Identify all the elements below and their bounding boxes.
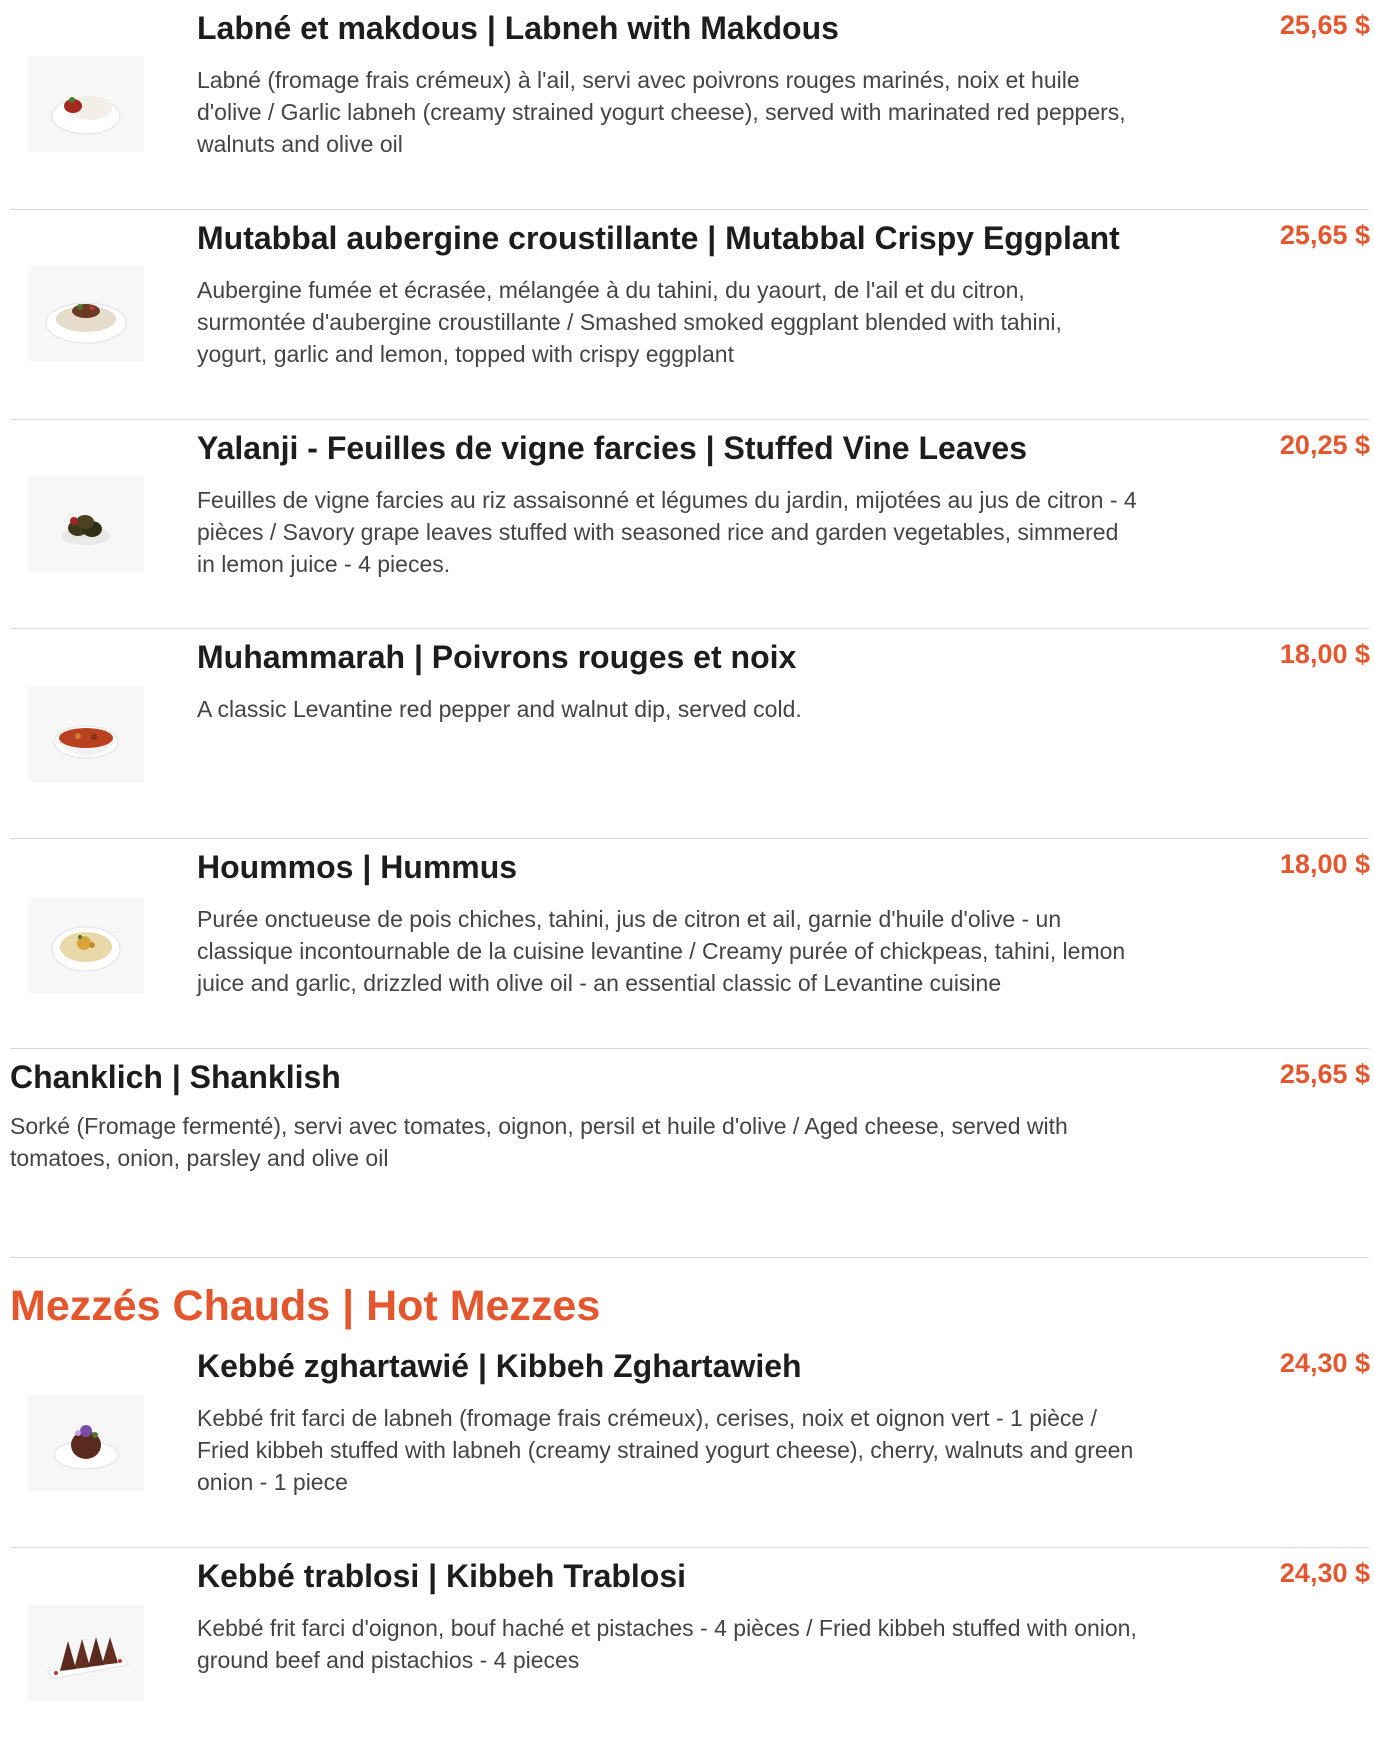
dish-photo-icon bbox=[28, 1605, 144, 1701]
divider bbox=[10, 1547, 1369, 1548]
item-description: A classic Levantine red pepper and walnu… bbox=[197, 696, 802, 722]
dish-photo-icon bbox=[28, 56, 144, 152]
item-name: Labné et makdous | Labneh with Makdous bbox=[197, 10, 839, 46]
divider bbox=[10, 1048, 1369, 1049]
item-price: 25,65 $ bbox=[1279, 220, 1370, 250]
item-description: Sorké (Fromage fermenté), servi avec tom… bbox=[10, 1113, 1068, 1171]
item-price: 25,65 $ bbox=[1279, 1059, 1370, 1089]
item-price: 24,30 $ bbox=[1279, 1558, 1370, 1588]
divider bbox=[10, 838, 1369, 839]
item-name: Kebbé trablosi | Kibbeh Trablosi bbox=[197, 1558, 687, 1594]
item-description: Labné (fromage frais crémeux) à l'ail, s… bbox=[197, 67, 1126, 157]
item-description: Kebbé frit farci de labneh (fromage frai… bbox=[197, 1405, 1134, 1495]
dish-photo-icon bbox=[28, 897, 144, 993]
divider bbox=[10, 209, 1369, 210]
item-price: 24,30 $ bbox=[1279, 1348, 1370, 1378]
item-name: Yalanji - Feuilles de vigne farcies | St… bbox=[197, 430, 1028, 466]
item-name: Muhammarah | Poivrons rouges et noix bbox=[197, 639, 797, 675]
dish-photo-icon bbox=[28, 265, 144, 361]
divider bbox=[10, 419, 1369, 420]
item-description: Aubergine fumée et écrasée, mélangée à d… bbox=[197, 277, 1062, 367]
divider bbox=[10, 1257, 1369, 1258]
menu-page: Labné et makdous | Labneh with Makdous 2… bbox=[0, 0, 1374, 1755]
item-description: Feuilles de vigne farcies au riz assaiso… bbox=[197, 487, 1137, 577]
item-name: Mutabbal aubergine croustillante | Mutab… bbox=[197, 220, 1120, 256]
dish-photo-icon bbox=[28, 1395, 144, 1491]
dish-photo-icon bbox=[28, 686, 144, 782]
item-description: Purée onctueuse de pois chiches, tahini,… bbox=[197, 906, 1126, 996]
item-price: 25,65 $ bbox=[1279, 10, 1370, 40]
divider bbox=[10, 628, 1369, 629]
item-description: Kebbé frit farci d'oignon, bouf haché et… bbox=[197, 1615, 1137, 1673]
item-price: 18,00 $ bbox=[1279, 639, 1370, 669]
item-name: Hoummos | Hummus bbox=[197, 849, 518, 885]
section-title: Mezzés Chauds | Hot Mezzes bbox=[10, 1282, 601, 1330]
item-name: Chanklich | Shanklish bbox=[10, 1059, 341, 1095]
item-price: 18,00 $ bbox=[1279, 849, 1370, 879]
item-name: Kebbé zghartawié | Kibbeh Zghartawieh bbox=[197, 1348, 802, 1384]
dish-photo-icon bbox=[28, 476, 144, 572]
item-price: 20,25 $ bbox=[1279, 430, 1370, 460]
